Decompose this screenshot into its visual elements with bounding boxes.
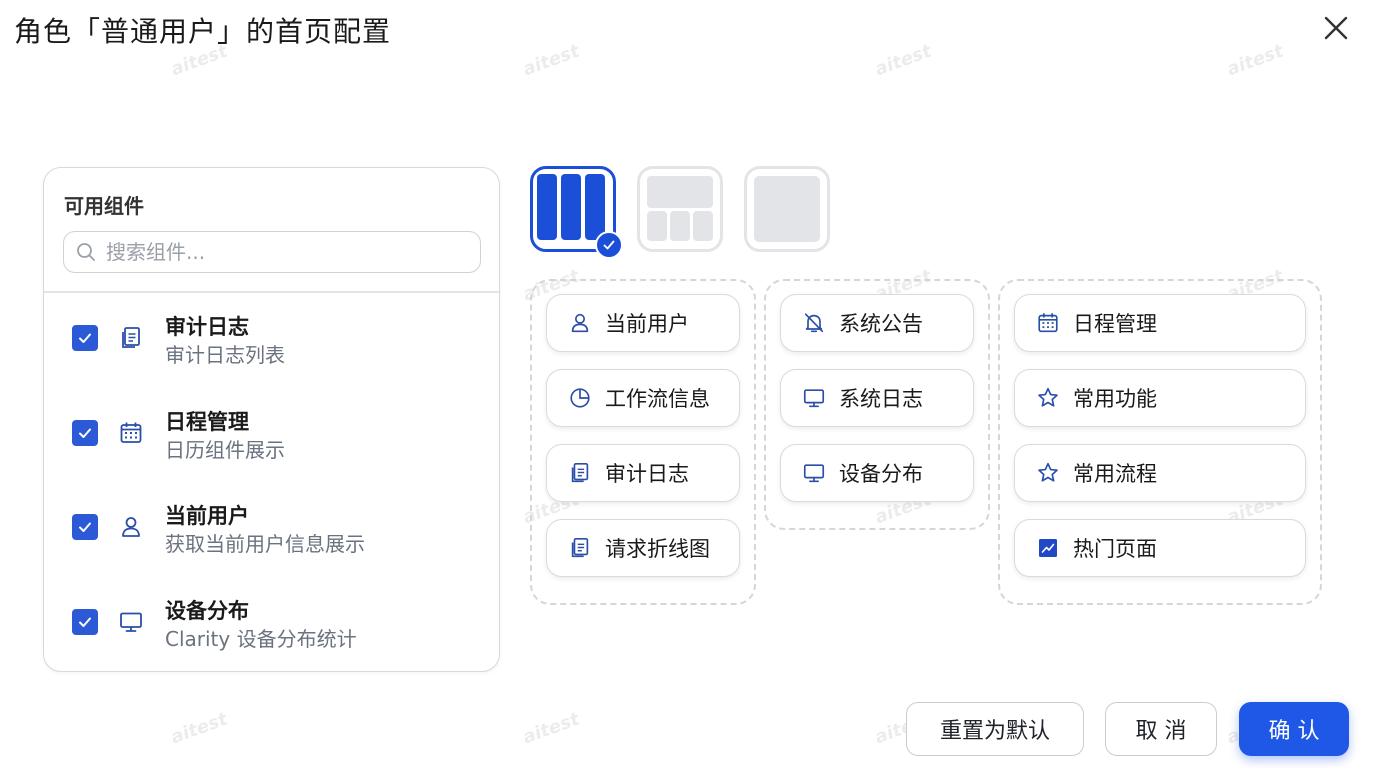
panel-title: 可用组件 (64, 194, 144, 218)
single-layout-icon (754, 176, 820, 242)
checkbox[interactable] (72, 325, 98, 351)
confirm-button[interactable]: 确 认 (1239, 702, 1349, 756)
widget-card[interactable]: 日程管理 (1014, 294, 1306, 352)
widget-label: 热门页面 (1073, 537, 1157, 561)
layout-column-1[interactable]: 当前用户 工作流信息 审计日志 请求折线图 (530, 279, 756, 605)
pie-chart-icon (567, 385, 593, 411)
widget-card[interactable]: 设备分布 (780, 444, 974, 502)
watermark: aitest (520, 708, 583, 749)
watermark: aitest (168, 708, 231, 749)
widget-card[interactable]: 工作流信息 (546, 369, 740, 427)
document-icon (567, 460, 593, 486)
component-desc: Clarity 设备分布统计 (165, 627, 357, 651)
widget-card[interactable]: 常用功能 (1014, 369, 1306, 427)
calendar-icon (120, 422, 142, 443)
check-icon (603, 240, 615, 250)
trend-chart-icon (1035, 535, 1061, 561)
component-desc: 日历组件展示 (165, 438, 285, 462)
component-name: 日程管理 (165, 410, 249, 434)
widget-card[interactable]: 系统公告 (780, 294, 974, 352)
cancel-button[interactable]: 取 消 (1105, 702, 1217, 756)
check-icon (79, 333, 91, 343)
list-item[interactable]: 当前用户 获取当前用户信息展示 (44, 498, 499, 578)
widget-label: 请求折线图 (605, 537, 710, 561)
reset-default-button[interactable]: 重置为默认 (906, 702, 1084, 756)
widget-label: 审计日志 (605, 462, 689, 486)
dialog-title: 角色「普通用户」的首页配置 (14, 15, 392, 48)
list-item[interactable]: 审计日志 审计日志列表 (44, 309, 499, 389)
component-name: 设备分布 (165, 599, 249, 623)
watermark: aitest (520, 40, 583, 81)
monitor-icon (120, 612, 142, 632)
checkbox[interactable] (72, 609, 98, 635)
divider (44, 291, 499, 293)
grid-layout-icon (647, 176, 713, 241)
close-icon (1324, 16, 1348, 40)
layout-option-single[interactable] (744, 166, 830, 252)
selected-badge (595, 231, 623, 259)
layout-column-2[interactable]: 系统公告 系统日志 设备分布 (764, 279, 990, 530)
monitor-icon (801, 385, 827, 411)
search-input[interactable] (106, 240, 466, 264)
available-components-panel: 可用组件 审计日志 审计日志列表 (43, 167, 500, 672)
close-button[interactable] (1318, 10, 1354, 46)
star-icon (1035, 385, 1061, 411)
layout-option-grid[interactable] (637, 166, 723, 252)
widget-card[interactable]: 常用流程 (1014, 444, 1306, 502)
check-icon (79, 522, 91, 532)
user-icon (122, 517, 140, 537)
widget-card[interactable]: 热门页面 (1014, 519, 1306, 577)
widget-label: 常用功能 (1073, 387, 1157, 411)
checkbox[interactable] (72, 514, 98, 540)
user-icon (567, 310, 593, 336)
component-desc: 获取当前用户信息展示 (165, 532, 365, 556)
check-icon (79, 617, 91, 627)
widget-label: 工作流信息 (605, 387, 710, 411)
component-name: 当前用户 (165, 504, 249, 528)
component-name: 审计日志 (165, 315, 249, 339)
monitor-icon (801, 460, 827, 486)
widget-label: 设备分布 (839, 462, 923, 486)
widget-card[interactable]: 审计日志 (546, 444, 740, 502)
widget-card[interactable]: 请求折线图 (546, 519, 740, 577)
widget-card[interactable]: 当前用户 (546, 294, 740, 352)
list-item[interactable]: 日程管理 日历组件展示 (44, 404, 499, 484)
layout-option-three-column[interactable] (530, 166, 623, 259)
check-icon (79, 428, 91, 438)
widget-label: 系统日志 (839, 387, 923, 411)
calendar-icon (1035, 310, 1061, 336)
widget-label: 当前用户 (605, 312, 689, 336)
widget-label: 日程管理 (1073, 312, 1157, 336)
widget-label: 常用流程 (1073, 462, 1157, 486)
watermark: aitest (1224, 40, 1287, 81)
star-icon (1035, 460, 1061, 486)
document-icon (567, 535, 593, 561)
watermark: aitest (872, 40, 935, 81)
home-config-dialog: aitest aitest aitest aitest aitest aites… (0, 0, 1376, 768)
checkbox[interactable] (72, 420, 98, 446)
search-box (63, 231, 481, 273)
component-desc: 审计日志列表 (165, 343, 285, 367)
document-icon (122, 327, 140, 348)
widget-card[interactable]: 系统日志 (780, 369, 974, 427)
bell-off-icon (801, 310, 827, 336)
list-item[interactable]: 设备分布 Clarity 设备分布统计 (44, 593, 499, 673)
layout-column-3[interactable]: 日程管理 常用功能 常用流程 热门页面 (998, 279, 1322, 605)
search-icon (77, 243, 95, 261)
widget-label: 系统公告 (839, 312, 923, 336)
